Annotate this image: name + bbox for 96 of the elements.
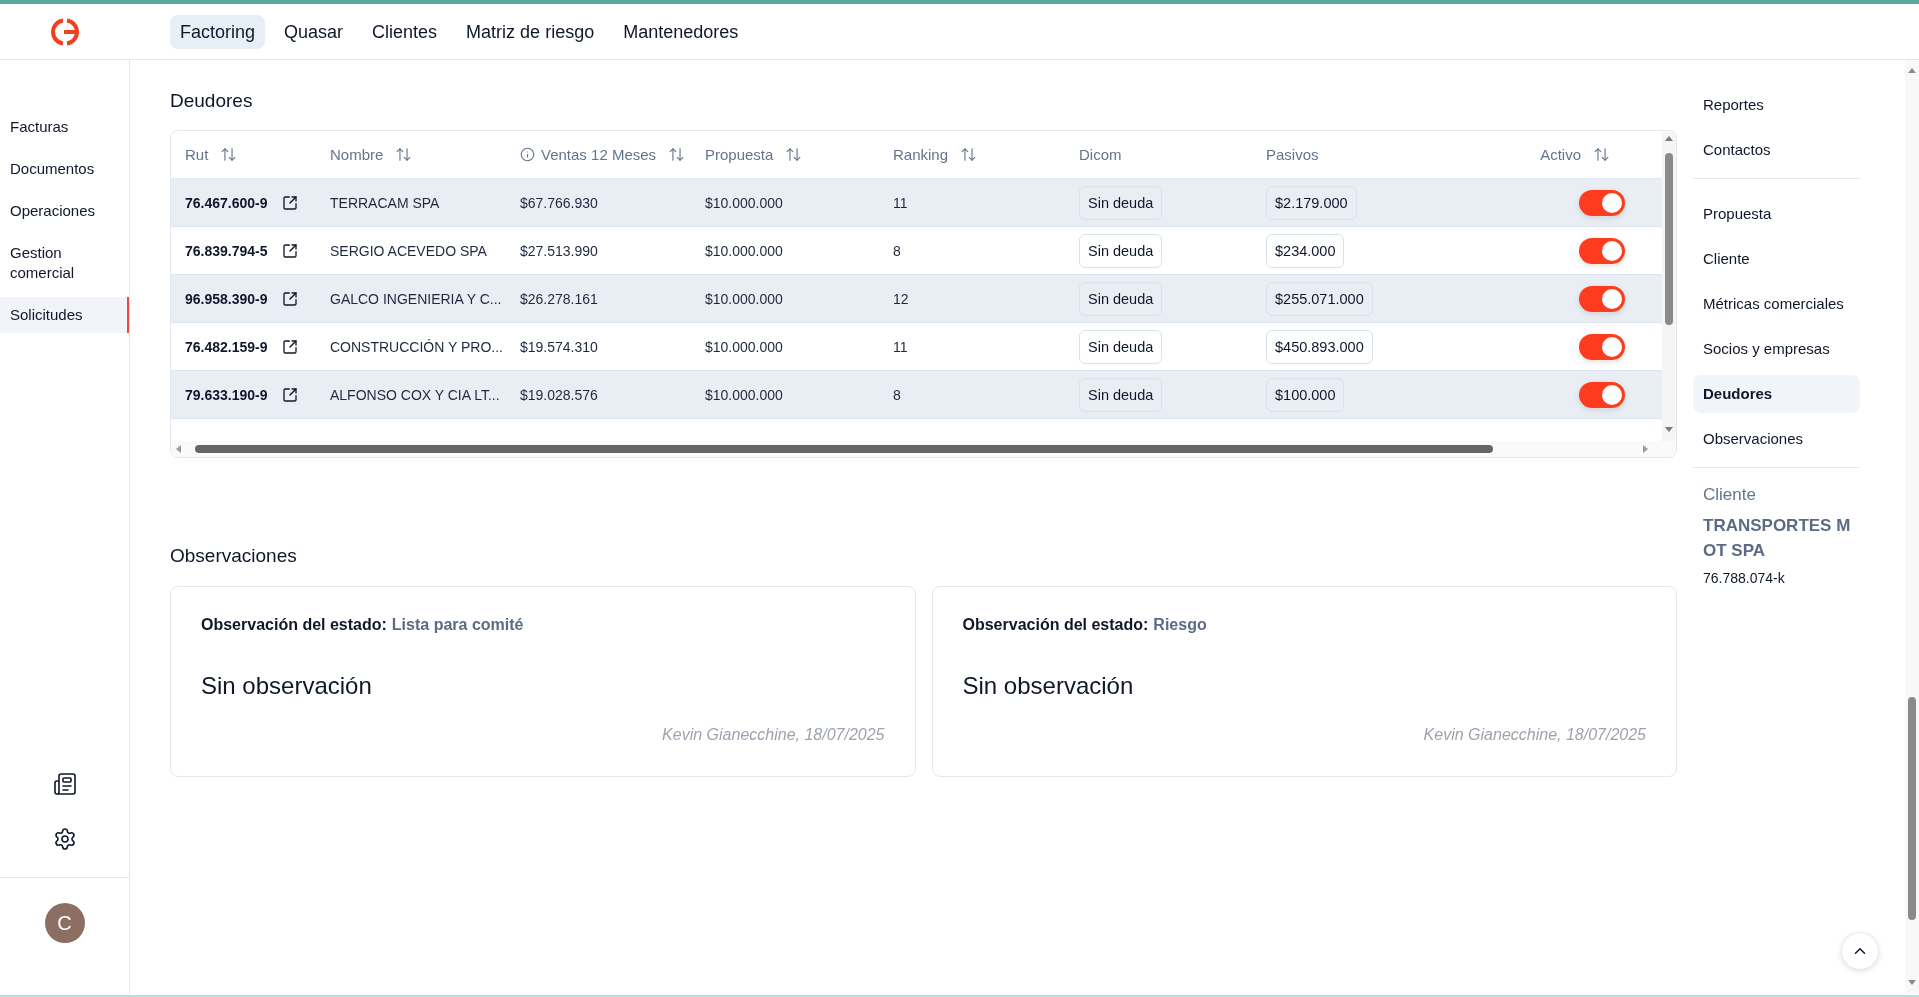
table-cell-text: $10.000.000 bbox=[705, 289, 783, 309]
value-badge: Sin deuda bbox=[1079, 329, 1163, 364]
sidebar-item[interactable]: Gestion comercial bbox=[0, 235, 129, 291]
column-header[interactable]: Ventas 12 Meses bbox=[541, 144, 657, 165]
rut-link[interactable]: 79.633.190-9 bbox=[185, 384, 268, 405]
author-date: Kevin Gianecchine, 18/07/2025 bbox=[1422, 725, 1646, 745]
state-value: Lista para comité bbox=[391, 615, 524, 635]
section-link[interactable]: Métricas comerciales bbox=[1693, 285, 1860, 323]
client-label: Cliente bbox=[1702, 484, 1757, 506]
table-cell-text: 8 bbox=[893, 385, 901, 405]
client-name: TRANSPORTES MOT SPA bbox=[1703, 515, 1852, 562]
table-cell-text: $10.000.000 bbox=[705, 241, 783, 261]
sidebar-item[interactable]: Facturas bbox=[0, 109, 129, 145]
value-badge: $255.071.000 bbox=[1266, 281, 1373, 316]
sidebar-item[interactable]: Operaciones bbox=[0, 193, 129, 229]
column-header[interactable]: Propuesta bbox=[705, 144, 774, 165]
value-badge: $2.179.000 bbox=[1266, 185, 1357, 220]
table-cell-text: $10.000.000 bbox=[705, 385, 783, 405]
settings-icon[interactable] bbox=[52, 827, 77, 851]
page-scrollbar[interactable] bbox=[1905, 60, 1919, 995]
observation-text: Sin observación bbox=[962, 671, 1135, 701]
table-cell-text: GALCO INGENIERIA Y C... bbox=[330, 289, 502, 309]
observation-text: Sin observación bbox=[201, 671, 373, 701]
value-badge: Sin deuda bbox=[1079, 281, 1163, 316]
section-link[interactable]: Deudores bbox=[1693, 375, 1860, 413]
state-label: Observación del estado: bbox=[201, 615, 387, 635]
section-title: Observaciones bbox=[170, 544, 298, 568]
column-header[interactable]: Rut bbox=[185, 144, 209, 165]
section-link[interactable]: Propuesta bbox=[1693, 195, 1860, 233]
sort-icon[interactable] bbox=[668, 146, 686, 163]
external-link-icon[interactable] bbox=[281, 290, 298, 307]
column-header[interactable]: Pasivos bbox=[1266, 144, 1319, 165]
section-link[interactable]: Reportes bbox=[1693, 86, 1860, 124]
nav-tab[interactable]: Quasar bbox=[274, 14, 354, 49]
rut-link[interactable]: 76.467.600-9 bbox=[185, 192, 268, 213]
table-cell-text: $10.000.000 bbox=[705, 337, 783, 357]
value-badge: Sin deuda bbox=[1079, 233, 1163, 268]
rut-link[interactable]: 76.839.794-5 bbox=[185, 240, 268, 261]
nav-tab[interactable]: Matriz de riesgo bbox=[456, 14, 605, 49]
value-badge: Sin deuda bbox=[1079, 377, 1163, 412]
client-rut: 76.788.074-k bbox=[1703, 569, 1786, 588]
table-cell-text: $27.513.990 bbox=[520, 241, 598, 261]
section-link[interactable]: Socios y empresas bbox=[1693, 330, 1860, 368]
external-link-icon[interactable] bbox=[281, 194, 298, 211]
value-badge: $100.000 bbox=[1266, 377, 1345, 412]
nav-tab[interactable]: Mantenedores bbox=[613, 14, 749, 49]
toggle-switch[interactable] bbox=[1579, 285, 1625, 312]
value-badge: $450.893.000 bbox=[1266, 329, 1373, 364]
external-link-icon[interactable] bbox=[281, 242, 298, 259]
column-header[interactable]: Nombre bbox=[330, 144, 384, 165]
table-cell-text: $19.028.576 bbox=[520, 385, 598, 405]
toggle-switch[interactable] bbox=[1579, 381, 1625, 408]
user-avatar[interactable]: C bbox=[44, 903, 85, 943]
vertical-scrollbar[interactable] bbox=[1662, 131, 1676, 441]
sort-icon[interactable] bbox=[785, 146, 803, 163]
section-link[interactable]: Observaciones bbox=[1693, 420, 1860, 458]
column-header[interactable]: Ranking bbox=[893, 144, 949, 165]
table-cell-text: 8 bbox=[893, 241, 901, 261]
toggle-switch[interactable] bbox=[1579, 189, 1625, 216]
author-date: Kevin Gianecchine, 18/07/2025 bbox=[661, 725, 885, 745]
table-cell-text: $19.574.310 bbox=[520, 337, 598, 357]
table-cell-text: TERRACAM SPA bbox=[330, 193, 440, 213]
table-cell-text: $26.278.161 bbox=[520, 289, 598, 309]
table-cell-text: 12 bbox=[893, 289, 909, 309]
sort-icon[interactable] bbox=[960, 146, 978, 163]
section-link[interactable]: Contactos bbox=[1693, 131, 1860, 169]
toggle-switch[interactable] bbox=[1579, 333, 1625, 360]
sidebar-item[interactable]: Documentos bbox=[0, 151, 129, 187]
newspaper-icon[interactable] bbox=[52, 772, 77, 796]
sort-icon[interactable] bbox=[1593, 146, 1610, 163]
table-cell-text: $10.000.000 bbox=[705, 193, 783, 213]
rut-link[interactable]: 96.958.390-9 bbox=[185, 288, 268, 309]
table-cell-text: 11 bbox=[893, 337, 908, 357]
value-badge: $234.000 bbox=[1266, 233, 1345, 268]
column-header[interactable]: Dicom bbox=[1079, 144, 1122, 165]
table-cell-text: $67.766.930 bbox=[520, 193, 598, 213]
table-cell-text: 11 bbox=[893, 193, 908, 213]
external-link-icon[interactable] bbox=[281, 386, 298, 403]
column-header[interactable]: Activo bbox=[1540, 144, 1581, 165]
state-label: Observación del estado: bbox=[962, 615, 1149, 635]
nav-tab[interactable]: Factoring bbox=[170, 14, 266, 49]
external-link-icon[interactable] bbox=[281, 338, 298, 355]
state-value: Riesgo bbox=[1153, 615, 1207, 635]
nav-tab[interactable]: Clientes bbox=[362, 14, 448, 49]
table-cell-text: CONSTRUCCIÓN Y PRO... bbox=[330, 337, 503, 357]
toggle-switch[interactable] bbox=[1579, 237, 1625, 264]
table-cell-text: ALFONSO COX Y CIA LT... bbox=[330, 385, 500, 405]
section-title: Deudores bbox=[170, 89, 254, 113]
rut-link[interactable]: 76.482.159-9 bbox=[185, 336, 268, 357]
value-badge: Sin deuda bbox=[1079, 185, 1163, 220]
sort-icon[interactable] bbox=[220, 146, 238, 163]
logo bbox=[50, 16, 80, 47]
sort-icon[interactable] bbox=[395, 146, 413, 163]
sidebar-item[interactable]: Solicitudes bbox=[0, 297, 129, 333]
table-cell-text: SERGIO ACEVEDO SPA bbox=[330, 241, 487, 261]
section-link[interactable]: Cliente bbox=[1693, 240, 1860, 278]
